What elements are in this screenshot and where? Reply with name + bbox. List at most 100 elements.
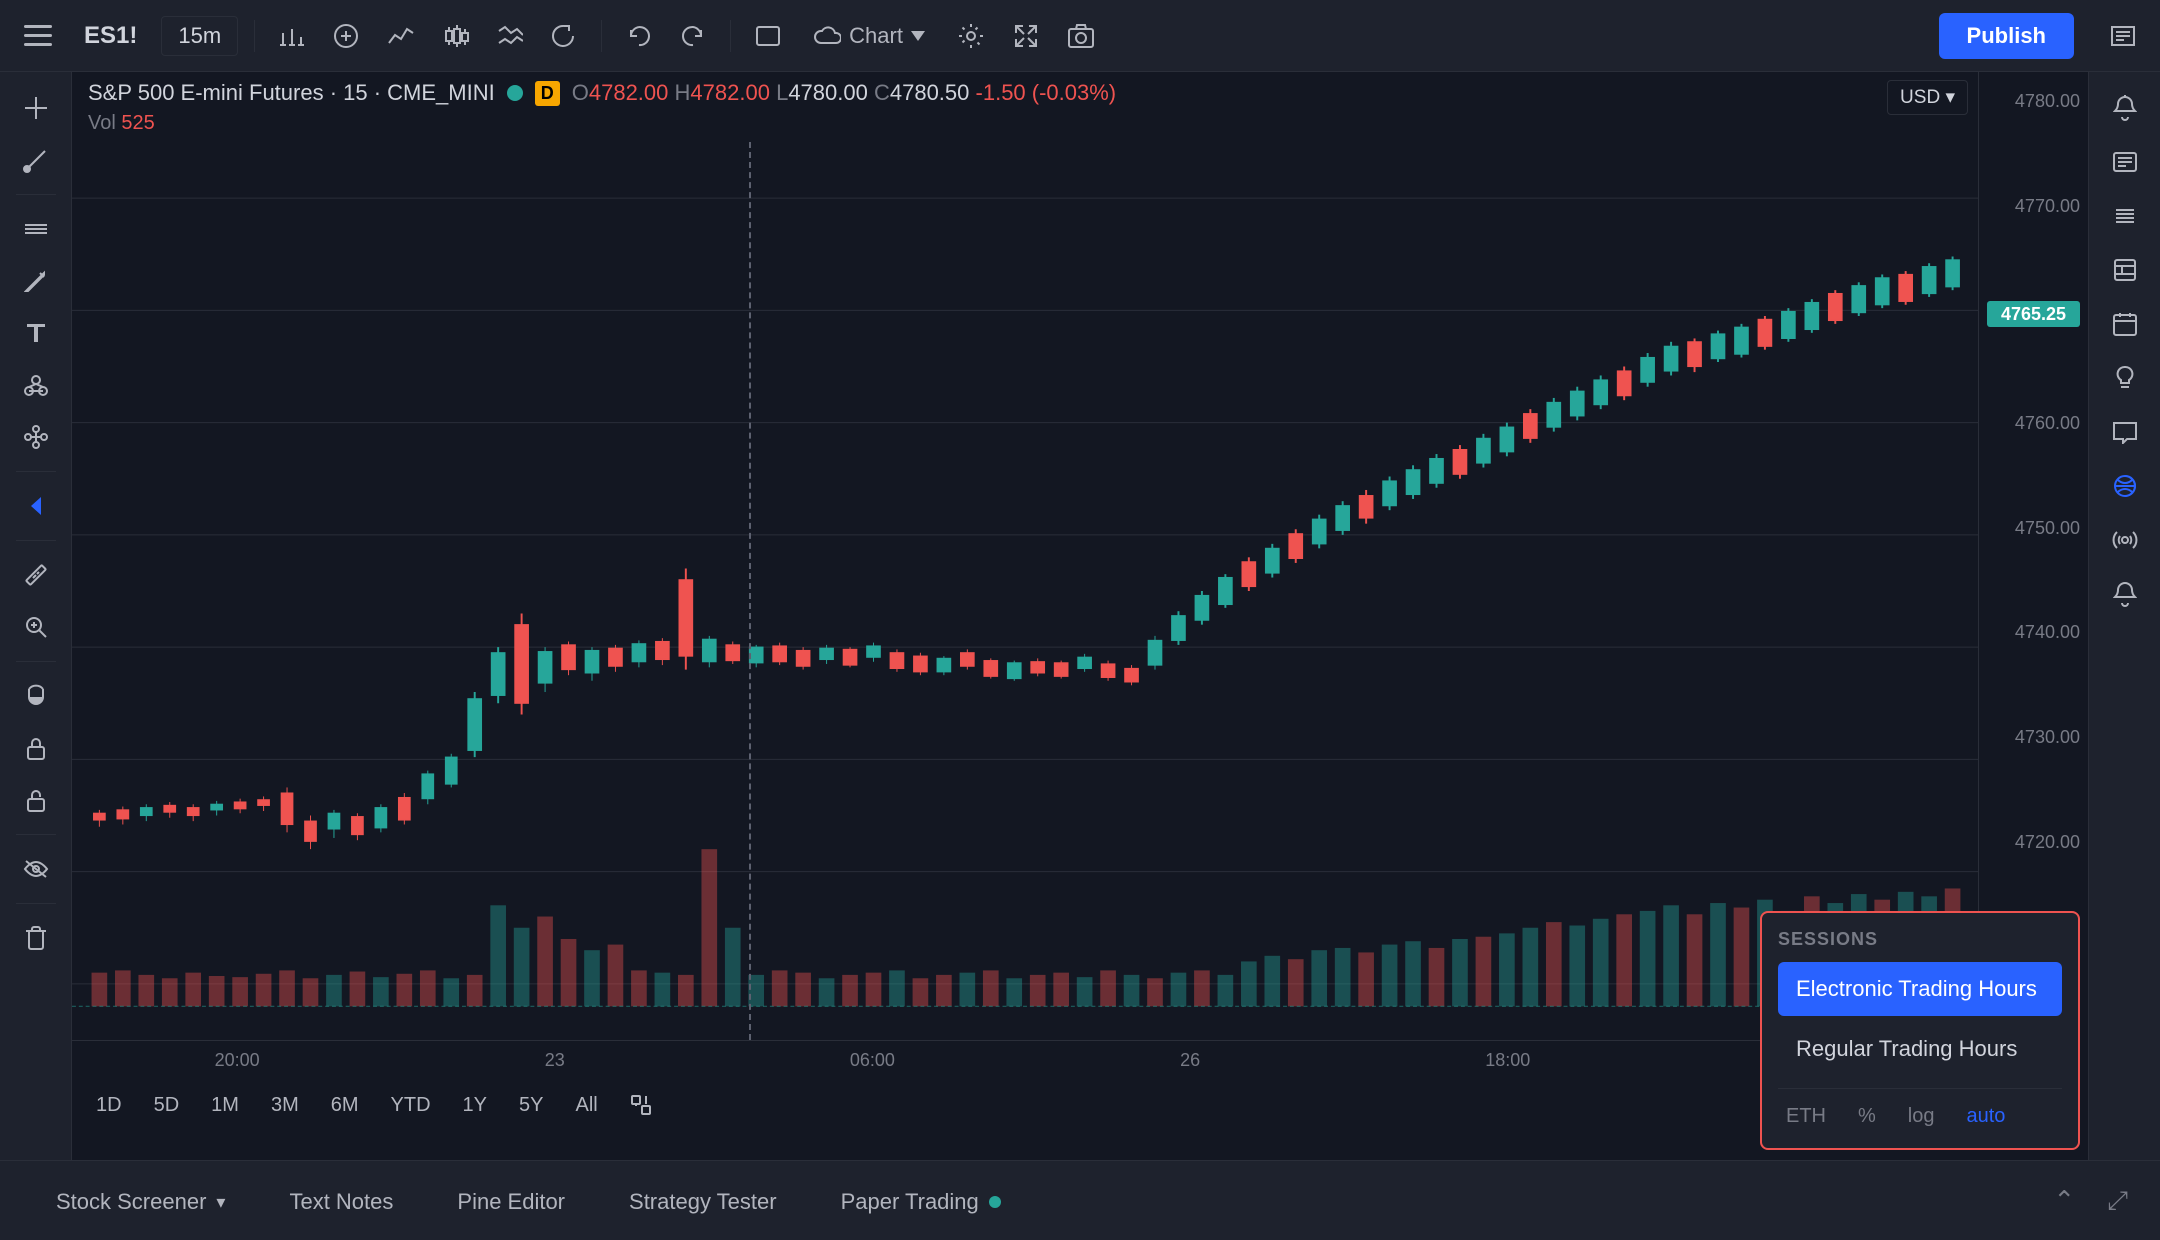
- all-button[interactable]: All: [567, 1090, 605, 1121]
- paper-trading-tab[interactable]: Paper Trading: [809, 1161, 1033, 1240]
- add-indicator-button[interactable]: [325, 15, 367, 57]
- ruler-button[interactable]: [12, 551, 60, 599]
- sidebar-div-4: [16, 661, 56, 662]
- time-label-0600: 06:00: [850, 1050, 895, 1071]
- sidebar-div-3: [16, 540, 56, 541]
- settings-button[interactable]: [949, 14, 993, 58]
- line-tool-button[interactable]: [12, 136, 60, 184]
- pine-editor-tab[interactable]: Pine Editor: [425, 1161, 597, 1240]
- price-4780: 4780.00: [1987, 92, 2080, 110]
- text-notes-tab[interactable]: Text Notes: [257, 1161, 425, 1240]
- right-sidebar: [2088, 72, 2160, 1160]
- 3m-button[interactable]: 3M: [263, 1090, 307, 1121]
- 5d-button[interactable]: 5D: [146, 1090, 188, 1121]
- datawindow-button[interactable]: [2101, 246, 2149, 294]
- divider-2: [601, 20, 602, 52]
- log-button[interactable]: log: [1900, 1101, 1943, 1132]
- time-label-1800: 18:00: [1485, 1050, 1530, 1071]
- price-4760: 4760.00: [1987, 414, 2080, 432]
- eth-button[interactable]: ETH: [1778, 1101, 1834, 1132]
- ytd-button[interactable]: YTD: [383, 1090, 439, 1121]
- currency-button[interactable]: USD ▾: [1887, 80, 1968, 115]
- sessions-button[interactable]: [2101, 462, 2149, 510]
- sessions-popup: SESSIONS Electronic Trading Hours Regula…: [1760, 911, 2080, 1150]
- 1m-button[interactable]: 1M: [203, 1090, 247, 1121]
- stock-screener-tab[interactable]: Stock Screener ▾: [24, 1161, 257, 1240]
- 5y-button[interactable]: 5Y: [511, 1090, 551, 1121]
- snapshot-button[interactable]: [1059, 15, 1103, 57]
- stock-screener-caret: ▾: [216, 1192, 225, 1213]
- price-4770: 4770.00: [1987, 197, 2080, 215]
- regular-trading-hours-item[interactable]: Regular Trading Hours: [1778, 1022, 2062, 1076]
- vol-info: Vol 525: [88, 112, 155, 135]
- price-4720: 4720.00: [1987, 833, 2080, 851]
- electronic-trading-hours-item[interactable]: Electronic Trading Hours: [1778, 962, 2062, 1016]
- bottom-bar: Stock Screener ▾ Text Notes Pine Editor …: [0, 1160, 2160, 1240]
- strategy-tester-tab[interactable]: Strategy Tester: [597, 1161, 809, 1240]
- alerts-button[interactable]: [2101, 84, 2149, 132]
- price-4750: 4750.00: [1987, 519, 2080, 537]
- undo-button[interactable]: [618, 15, 660, 57]
- broadcast-button[interactable]: [2101, 516, 2149, 564]
- collapse-button[interactable]: ⌃: [2045, 1177, 2083, 1224]
- expand-button[interactable]: [1005, 15, 1047, 57]
- top-toolbar: ES1! 15m: [0, 0, 2160, 72]
- crosshair-button[interactable]: [12, 84, 60, 132]
- bar-style-button[interactable]: [435, 15, 477, 57]
- magnet-button[interactable]: [12, 672, 60, 720]
- divider-3: [730, 20, 731, 52]
- lock-button[interactable]: [12, 724, 60, 772]
- notification-bell[interactable]: [2101, 570, 2149, 618]
- pattern-tool-button[interactable]: [12, 413, 60, 461]
- current-price-label: 4765.25: [1987, 301, 2080, 327]
- 1y-button[interactable]: 1Y: [455, 1090, 495, 1121]
- news-button[interactable]: [2101, 138, 2149, 186]
- paper-trading-dot: [989, 1196, 1001, 1208]
- compare-periods-button[interactable]: [622, 1086, 660, 1124]
- zoom-button[interactable]: [12, 603, 60, 651]
- shape-tool-button[interactable]: [12, 361, 60, 409]
- calendar-button[interactable]: [2101, 300, 2149, 348]
- 6m-button[interactable]: 6M: [323, 1090, 367, 1121]
- compare-button[interactable]: [271, 15, 313, 57]
- sessions-title: SESSIONS: [1778, 929, 2062, 950]
- session-badge: D: [535, 81, 560, 106]
- left-sidebar: [0, 72, 72, 1160]
- candlestick-chart: [72, 142, 1978, 1040]
- chart-label: Chart: [849, 23, 903, 49]
- expand-panel-button[interactable]: ⤢: [2099, 1177, 2136, 1225]
- sidebar-div-2: [16, 471, 56, 472]
- time-label-2000: 20:00: [215, 1050, 260, 1071]
- time-axis: 20:00 23 06:00 26 18:00 27: [72, 1040, 1978, 1080]
- horizontal-line-button[interactable]: [12, 205, 60, 253]
- orderbook-button[interactable]: [2101, 192, 2149, 240]
- percent-button[interactable]: %: [1850, 1101, 1884, 1132]
- back-button[interactable]: [12, 482, 60, 530]
- text-tool-button[interactable]: [12, 309, 60, 357]
- trash-button[interactable]: [12, 914, 60, 962]
- pencil-button[interactable]: [12, 257, 60, 305]
- chart-header: S&P 500 E-mini Futures · 15 · CME_MINI D…: [88, 80, 1116, 106]
- unlock-button[interactable]: [12, 776, 60, 824]
- cloud-chart-button[interactable]: Chart: [801, 15, 937, 57]
- ideas-button[interactable]: [2101, 354, 2149, 402]
- fullscreen-toggle[interactable]: [747, 15, 789, 57]
- menu-button[interactable]: [16, 17, 60, 55]
- ohlc-info: O4782.00 H4782.00 L4780.00 C4780.50 -1.5…: [572, 80, 1116, 106]
- auto-button[interactable]: auto: [1959, 1101, 2014, 1132]
- redo-button[interactable]: [672, 15, 714, 57]
- symbol-button[interactable]: ES1!: [72, 14, 149, 58]
- watchlist-button[interactable]: [2102, 15, 2144, 57]
- live-indicator: [507, 85, 523, 101]
- price-4740: 4740.00: [1987, 623, 2080, 641]
- timeframe-button[interactable]: 15m: [161, 16, 238, 56]
- indicators-button[interactable]: [379, 15, 423, 57]
- 1d-button[interactable]: 1D: [88, 1090, 130, 1121]
- publish-button[interactable]: Publish: [1939, 13, 2074, 59]
- time-controls: 1D 5D 1M 3M 6M YTD 1Y 5Y All: [88, 1086, 660, 1124]
- eye-button[interactable]: [12, 845, 60, 893]
- time-label-26: 26: [1180, 1050, 1200, 1071]
- replay-button[interactable]: [543, 15, 585, 57]
- indicator-templates-button[interactable]: [489, 15, 531, 57]
- chat-button[interactable]: [2101, 408, 2149, 456]
